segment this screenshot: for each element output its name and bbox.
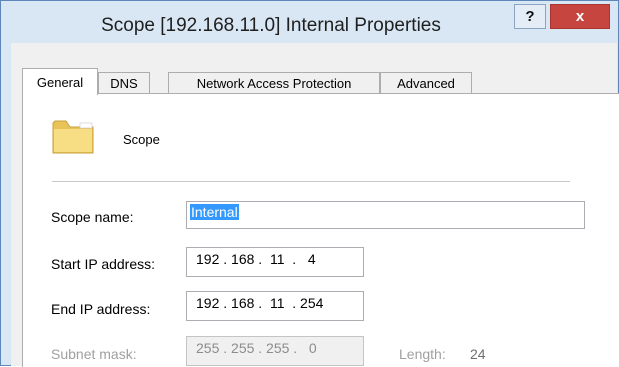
start-ip-input[interactable]: 192 . 168 . 11 . 4 [186, 247, 364, 277]
tab-general[interactable]: General [22, 68, 98, 95]
close-button[interactable]: x [550, 4, 610, 29]
subnet-mask-input: 255 . 255 . 255 . 0 [186, 336, 364, 366]
scope-name-input[interactable]: Internal [186, 201, 585, 229]
scope-name-value: Internal [190, 204, 239, 220]
tab-dns[interactable]: DNS [98, 72, 150, 94]
end-ip-label: End IP address: [51, 301, 151, 317]
end-ip-input[interactable]: 192 . 168 . 11 . 254 [186, 291, 364, 321]
subnet-mask-label: Subnet mask: [51, 346, 137, 362]
length-value: 24 [470, 346, 486, 362]
title-bar[interactable]: Scope [192.168.11.0] Internal Properties… [1, 1, 618, 44]
start-ip-label: Start IP address: [51, 256, 156, 272]
separator-line [52, 181, 570, 183]
tab-advanced[interactable]: Advanced [380, 72, 472, 94]
window-title: Scope [192.168.11.0] Internal Properties [101, 15, 441, 36]
general-tab-panel [22, 93, 619, 367]
help-button[interactable]: ? [514, 4, 546, 29]
scope-header-label: Scope [123, 132, 160, 147]
length-label: Length: [399, 346, 446, 362]
scope-name-label: Scope name: [51, 209, 134, 225]
folder-icon [52, 120, 94, 154]
tab-network-access-protection[interactable]: Network Access Protection [168, 72, 380, 94]
